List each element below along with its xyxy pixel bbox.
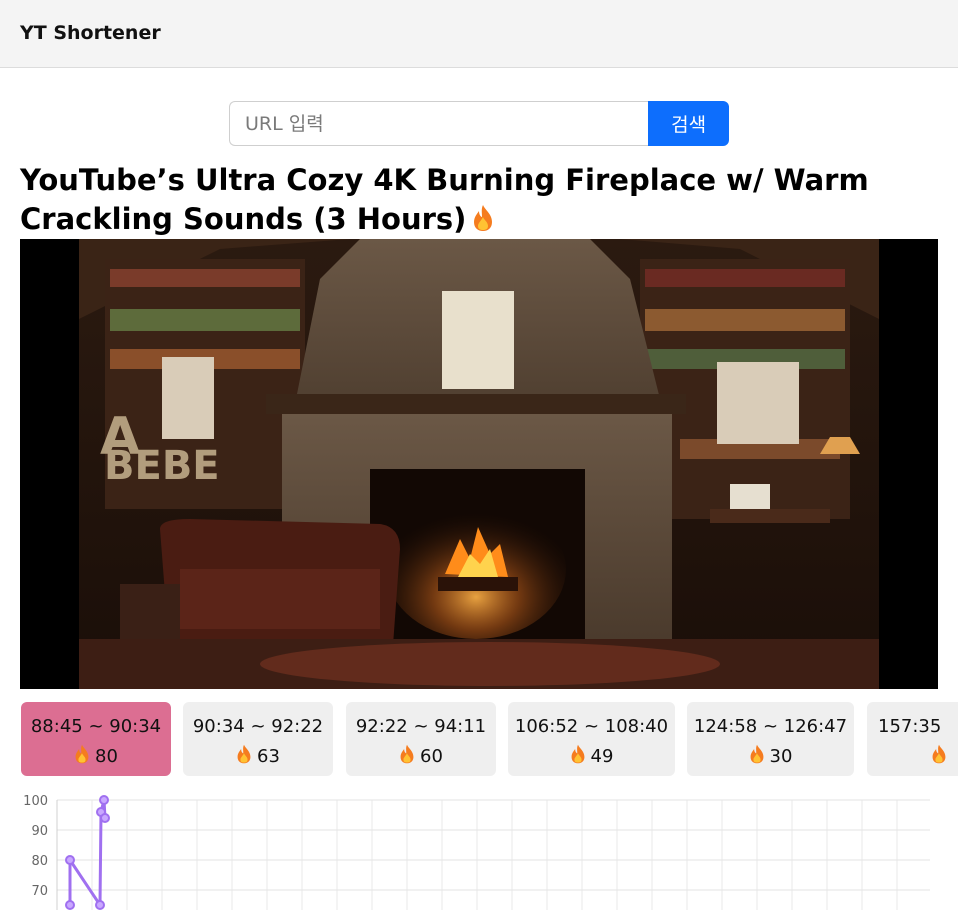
segment-card[interactable]: 92:22 ~ 94:11 60 [346, 702, 496, 776]
video-frame-fireplace-scene: A BEBE [20, 239, 938, 689]
search-bar: 검색 [229, 101, 729, 146]
video-player[interactable]: A BEBE [20, 239, 938, 689]
search-button[interactable]: 검색 [648, 101, 729, 146]
fire-icon [749, 744, 765, 769]
segment-range: 106:52 ~ 108:40 [514, 716, 669, 737]
segment-card[interactable]: 88:45 ~ 90:34 80 [21, 702, 171, 776]
svg-text:BEBE: BEBE [104, 443, 220, 489]
fire-icon [472, 203, 494, 242]
score-chart: 100 90 80 70 [23, 794, 930, 910]
chart-point[interactable] [95, 900, 105, 910]
segment-score: 60 [420, 746, 443, 767]
segment-range: 92:22 ~ 94:11 [355, 716, 487, 737]
segment-range: 157:35 [878, 716, 942, 737]
url-input[interactable] [229, 101, 649, 146]
segment-card[interactable]: 157:35 [867, 702, 958, 776]
fire-icon [74, 744, 90, 769]
segment-range: 124:58 ~ 126:47 [693, 716, 848, 737]
chart-ytick-label: 80 [31, 854, 48, 869]
fire-icon [399, 744, 415, 769]
video-title: YouTube’s Ultra Cozy 4K Burning Fireplac… [20, 161, 938, 242]
fire-icon [931, 744, 947, 769]
chart-ytick-label: 90 [31, 824, 48, 839]
chart-ytick-label: 100 [23, 794, 48, 809]
segment-card[interactable]: 90:34 ~ 92:22 63 [183, 702, 333, 776]
chart-ytick-label: 70 [31, 884, 48, 899]
chart-point[interactable] [65, 900, 75, 910]
fire-icon [570, 744, 586, 769]
segment-card[interactable]: 124:58 ~ 126:47 30 [687, 702, 854, 776]
segment-range: 88:45 ~ 90:34 [30, 716, 162, 737]
fire-icon [236, 744, 252, 769]
segment-range: 90:34 ~ 92:22 [192, 716, 324, 737]
segment-card[interactable]: 106:52 ~ 108:40 49 [508, 702, 675, 776]
navbar: YT Shortener [0, 0, 958, 68]
segment-score: 30 [769, 746, 793, 767]
segment-score: 80 [95, 746, 118, 767]
chart-point[interactable] [100, 813, 110, 823]
segment-score: 63 [257, 746, 280, 767]
segment-list: 88:45 ~ 90:34 80 90:34 ~ 92:22 63 92:22 … [21, 702, 958, 776]
video-title-text: YouTube’s Ultra Cozy 4K Burning Fireplac… [20, 163, 869, 236]
chart-point[interactable] [65, 855, 75, 865]
segment-score: 49 [590, 746, 614, 767]
brand-link[interactable]: YT Shortener [20, 22, 161, 44]
chart-point[interactable] [99, 795, 109, 805]
